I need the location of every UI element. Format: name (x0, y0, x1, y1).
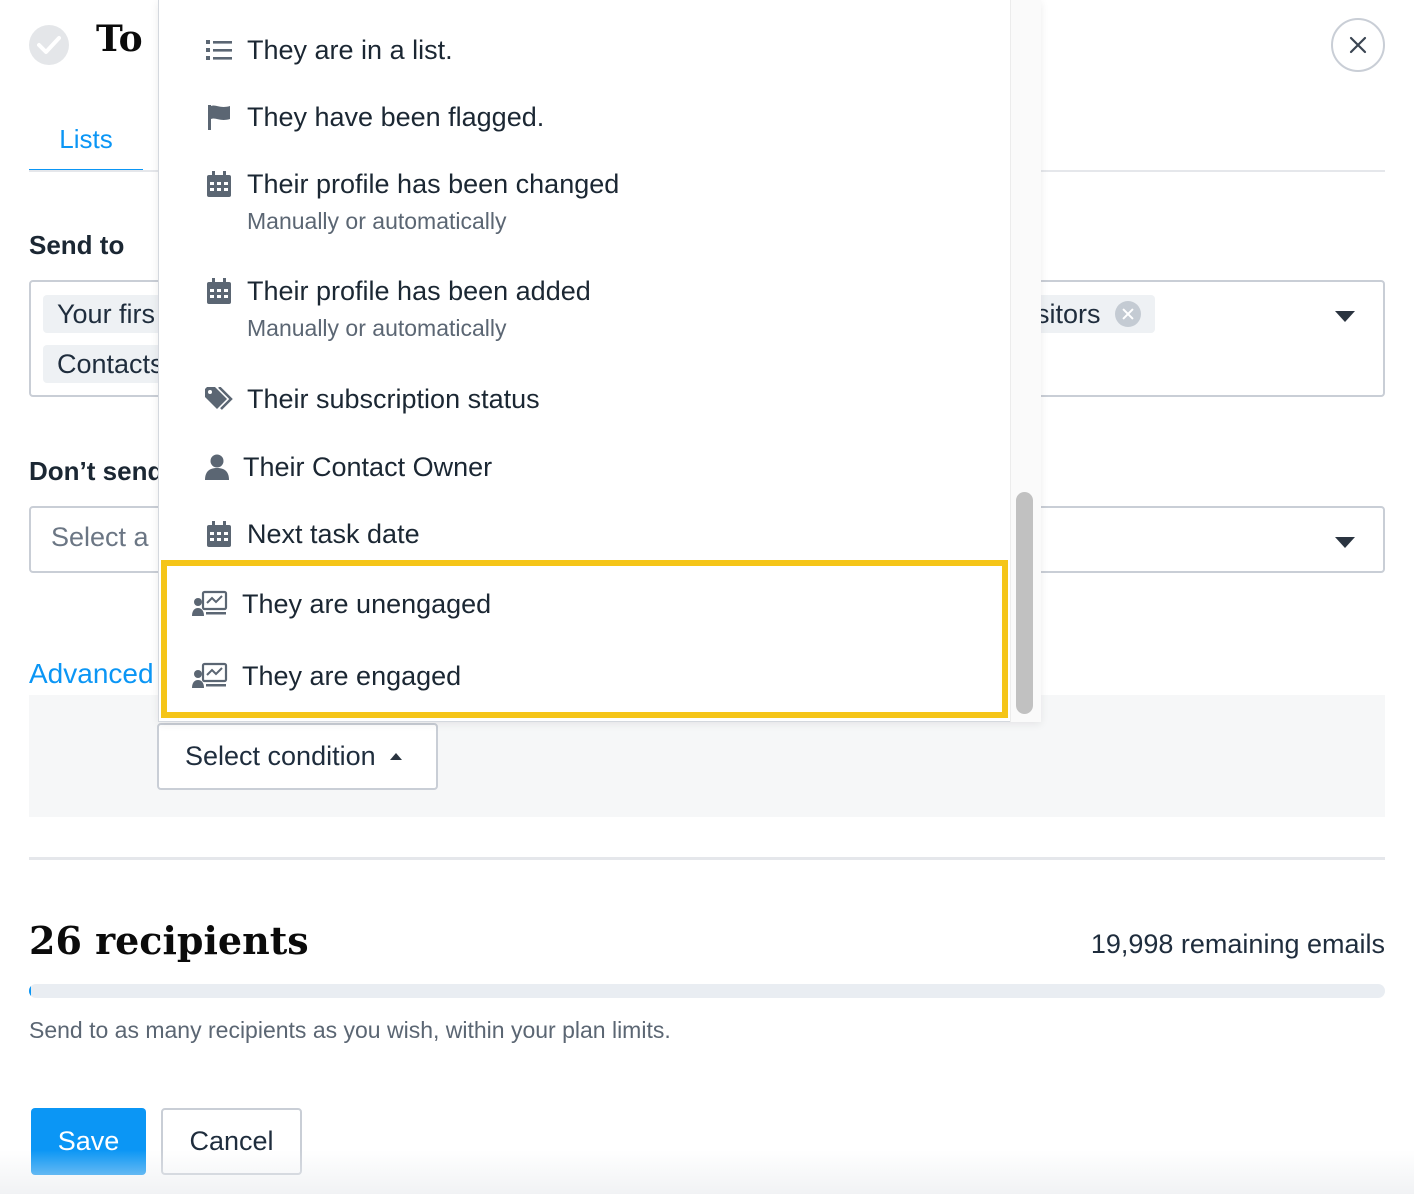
dropdown-item-profile-changed[interactable]: Their profile has been changed Manually … (205, 168, 619, 235)
user-icon (205, 453, 229, 481)
calendar-icon (205, 170, 233, 198)
dropdown-item-label: They have been flagged. (247, 102, 545, 132)
dont-send-placeholder: Select a (51, 522, 149, 552)
flag-icon (205, 103, 233, 131)
recipients-progress (29, 984, 1385, 998)
close-icon (1349, 36, 1367, 54)
select-condition-label: Select condition (185, 741, 376, 771)
tag-label: Your firs (57, 299, 156, 329)
dropdown-item-label: Their subscription status (247, 384, 540, 414)
dropdown-item-label: Their profile has been changed (247, 169, 620, 199)
dropdown-item-label: Next task date (247, 519, 420, 549)
dropdown-item-in-list[interactable]: They are in a list. (205, 34, 453, 66)
dropdown-item-label: Their profile has been added (247, 276, 591, 306)
tab-lists[interactable]: Lists (29, 122, 143, 172)
remove-tag-icon[interactable] (1114, 301, 1141, 327)
dropdown-item-label: They are in a list. (247, 35, 453, 65)
status-check-icon (29, 25, 69, 65)
dropdown-item-contact-owner[interactable]: Their Contact Owner (205, 451, 492, 483)
chevron-down-icon[interactable] (1335, 311, 1355, 322)
condition-dropdown: They are in a list. They have been flagg… (158, 0, 1041, 722)
select-condition-button[interactable]: Select condition (157, 723, 438, 790)
dropdown-item-label: They are unengaged (242, 589, 492, 619)
send-to-label: Send to (29, 230, 125, 260)
send-to-tag[interactable]: Your firs (43, 295, 170, 333)
dropdown-item-next-task-date[interactable]: Next task date (205, 518, 420, 550)
helper-text: Send to as many recipients as you wish, … (29, 1017, 671, 1043)
list-icon (205, 36, 233, 64)
dropdown-item-sublabel: Manually or automatically (247, 315, 507, 341)
cancel-button[interactable]: Cancel (161, 1108, 302, 1175)
tags-icon (205, 385, 233, 413)
recipients-count: 26 recipients (29, 918, 309, 963)
dropdown-item-flagged[interactable]: They have been flagged. (205, 101, 544, 133)
caret-up-icon (389, 753, 402, 760)
dropdown-item-label: Their Contact Owner (243, 452, 493, 482)
chevron-down-icon[interactable] (1335, 537, 1355, 548)
dont-send-label: Don’t send (29, 456, 164, 486)
calendar-icon (205, 520, 233, 548)
close-button[interactable] (1331, 18, 1385, 72)
engagement-icon (192, 590, 228, 618)
engagement-icon (192, 662, 228, 690)
tag-label: Contacts (57, 349, 164, 379)
dropdown-item-engaged[interactable]: They are engaged (192, 660, 461, 692)
section-divider (29, 857, 1385, 860)
dropdown-item-profile-added[interactable]: Their profile has been added Manually or… (205, 275, 591, 342)
section-title: To (96, 18, 143, 60)
remaining-emails: 19,998 remaining emails (1090, 929, 1385, 959)
calendar-icon (205, 277, 233, 305)
dropdown-item-label: They are engaged (242, 661, 462, 691)
dropdown-item-unengaged[interactable]: They are unengaged (192, 588, 491, 620)
dropdown-scrollbar-thumb[interactable] (1016, 492, 1033, 714)
dropdown-item-subscription-status[interactable]: Their subscription status (205, 383, 540, 415)
progress-fill (29, 984, 31, 998)
dropdown-item-sublabel: Manually or automatically (247, 208, 507, 234)
advanced-link[interactable]: Advanced (29, 658, 154, 690)
save-button[interactable]: Save (31, 1108, 146, 1175)
